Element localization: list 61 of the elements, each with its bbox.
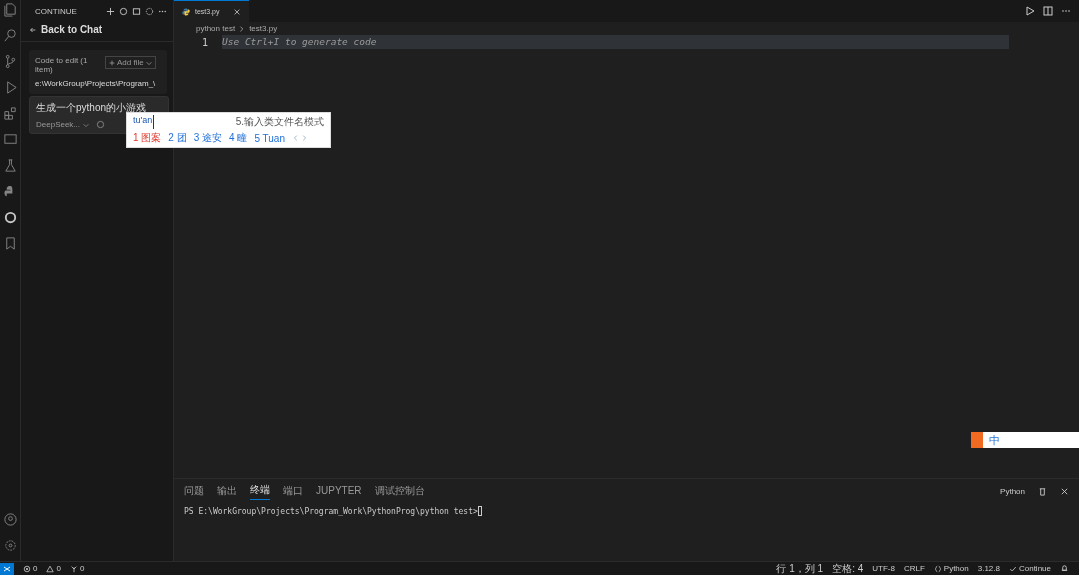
ports-count[interactable]: 0: [79, 562, 85, 575]
files-icon[interactable]: [2, 2, 18, 17]
error-icon: [23, 564, 31, 573]
search-icon[interactable]: [2, 28, 18, 43]
file-path: e:\WorkGroup\Projects\Program_\: [35, 79, 157, 88]
plus-icon[interactable]: [106, 6, 115, 16]
ime-candidate[interactable]: 1 图案: [133, 131, 162, 145]
flask-icon[interactable]: [2, 158, 18, 173]
indent-status[interactable]: 空格: 4: [832, 562, 864, 575]
ime-hint: 5.输入类文件名模式: [235, 115, 324, 129]
panel-tab[interactable]: JUPYTER: [316, 485, 362, 498]
ime-mode[interactable]: 中: [983, 432, 1000, 448]
language-status[interactable]: Python: [943, 562, 969, 575]
panel-tab[interactable]: 输出: [217, 483, 237, 500]
sidebar-title: CONTINUE: [35, 6, 78, 16]
interpreter-version[interactable]: 3.12.8: [977, 562, 1000, 575]
back-arrow-icon: [29, 25, 37, 34]
plus-icon: [108, 58, 116, 67]
ime-candidate[interactable]: 5 Tuan: [254, 132, 285, 144]
eol-status[interactable]: CRLF: [903, 562, 925, 575]
ime-candidate[interactable]: 4 疃: [229, 131, 248, 145]
breadcrumb-item[interactable]: test3.py: [249, 24, 278, 33]
close-icon[interactable]: [232, 7, 241, 16]
context-label: Code to edit (1 item): [35, 56, 89, 74]
split-editor-icon[interactable]: [1043, 6, 1053, 16]
close-icon[interactable]: [1060, 487, 1069, 496]
bell-icon[interactable]: [1060, 564, 1069, 573]
cursor-position[interactable]: 行 1，列 1: [776, 562, 824, 575]
input-text: 生成一个python的小游戏: [36, 101, 148, 115]
account-icon[interactable]: [2, 512, 18, 527]
encoding-status[interactable]: UTF-8: [872, 562, 895, 575]
panel-tab[interactable]: 端口: [283, 483, 303, 500]
back-to-chat-button[interactable]: Back to Chat: [21, 22, 173, 42]
ime-toolbar[interactable]: 中: [971, 432, 1079, 448]
extensions-icon[interactable]: [2, 106, 18, 121]
run-icon[interactable]: [1025, 6, 1035, 16]
panel-tab[interactable]: 问题: [184, 483, 204, 500]
expand-icon[interactable]: [132, 6, 141, 16]
terminal-shell[interactable]: Python: [1000, 487, 1025, 496]
python-file-icon: [182, 7, 190, 16]
line-number: 1: [200, 36, 209, 48]
terminal-prompt: PS E:\WorkGroup\Projects\Program_Work\PythonProg\python test>: [184, 506, 478, 516]
ime-composition: tu'an: [133, 115, 155, 129]
panel-tab[interactable]: 调试控制台: [374, 483, 425, 500]
check-icon: [1008, 564, 1017, 573]
ime-candidate[interactable]: 2 团: [168, 131, 187, 145]
ime-candidate[interactable]: 3 途安: [193, 131, 223, 145]
braces-icon: [933, 564, 942, 573]
warning-icon: [46, 564, 55, 573]
trash-icon[interactable]: [1038, 487, 1047, 496]
continue-status[interactable]: Continue: [1018, 562, 1051, 575]
remote-explorer-icon[interactable]: [2, 132, 18, 147]
terminal-cursor: [477, 506, 482, 516]
warning-count[interactable]: 0: [56, 562, 61, 575]
model-dropdown[interactable]: DeepSeek...: [36, 120, 91, 129]
panel-tab[interactable]: 终端: [250, 483, 270, 500]
antenna-icon: [69, 564, 78, 573]
breadcrumb-item[interactable]: python test: [196, 24, 236, 33]
add-file-button[interactable]: Add file: [105, 56, 156, 69]
remote-button[interactable]: [0, 562, 14, 575]
error-count[interactable]: 0: [33, 562, 38, 575]
